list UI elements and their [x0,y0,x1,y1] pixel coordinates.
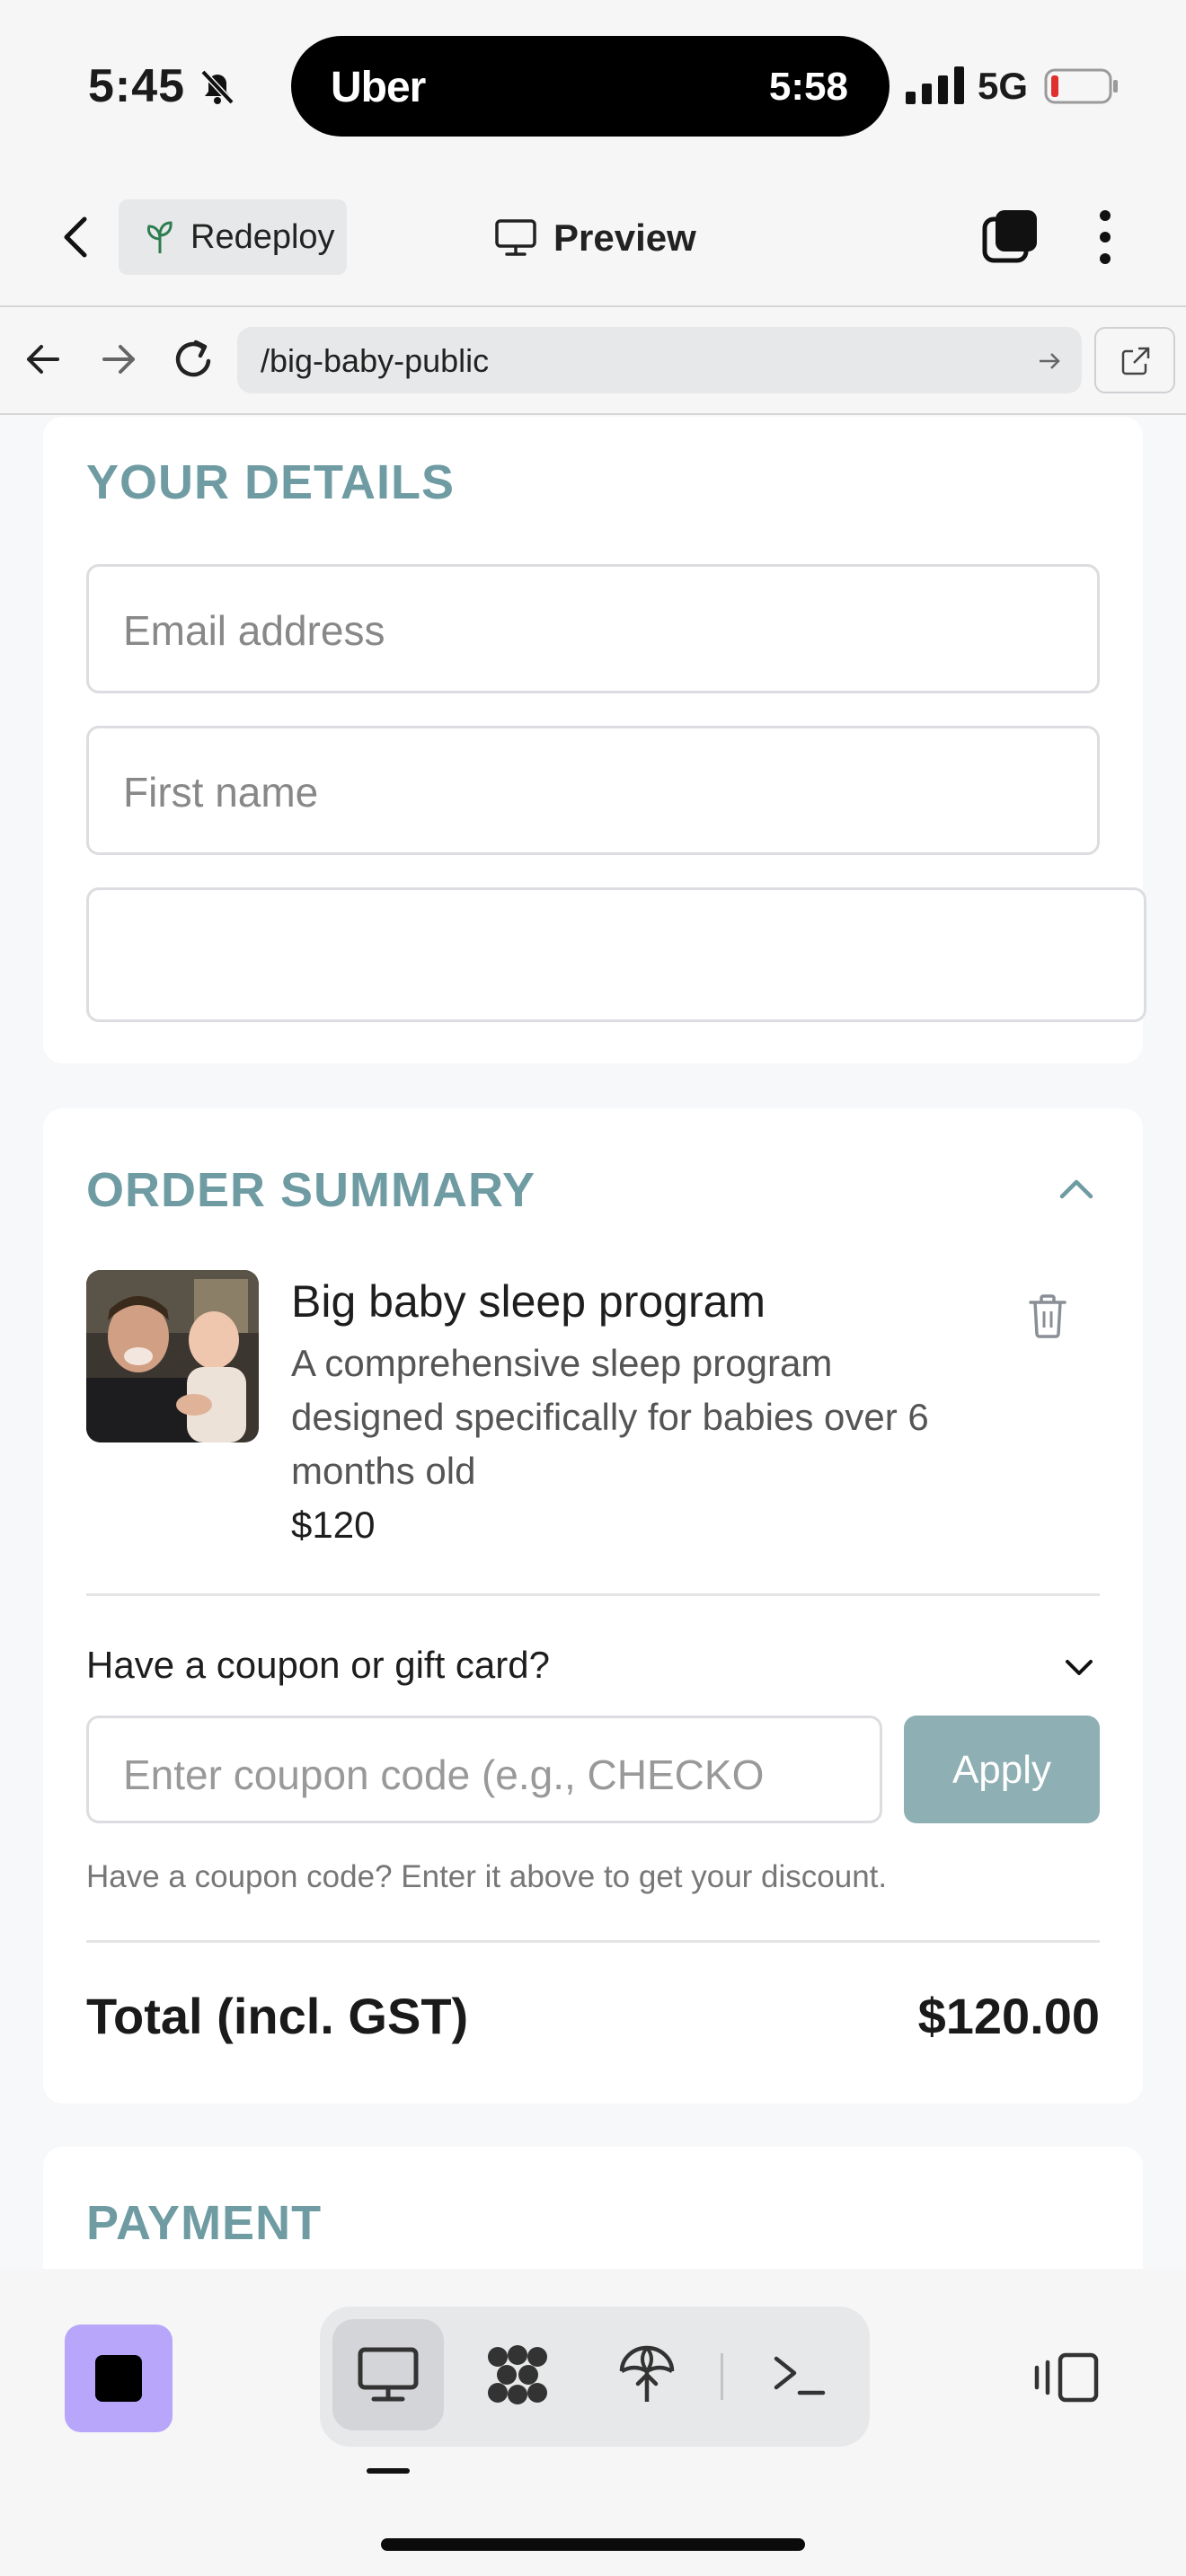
panel-icon[interactable] [1033,2351,1100,2404]
status-bar: 5:45 Uber 5:58 5G [0,0,1186,171]
email-placeholder: Email address [123,607,385,654]
bell-slash-icon [200,69,235,105]
url-field[interactable]: /big-baby-public [237,327,1082,393]
stop-button[interactable] [65,2325,173,2432]
total-value: $120.00 [917,1988,1100,2044]
signal-icon [906,66,964,104]
divider [86,1593,1100,1596]
preview-title[interactable]: Preview [494,207,696,269]
product-thumbnail [86,1270,259,1442]
browser-url-row: /big-baby-public [0,307,1186,415]
arrow-right-icon[interactable] [93,334,144,384]
bottom-dock [0,2269,1186,2576]
network-type: 5G [978,65,1029,107]
preview-view-button[interactable] [332,2319,444,2430]
chevron-down-icon[interactable] [1064,1658,1094,1678]
parachute-icon [619,2345,675,2402]
monitor-icon [495,219,536,256]
tabs-icon[interactable] [981,208,1039,266]
coupon-input[interactable]: Enter coupon code (e.g., CHECKO [86,1716,882,1823]
terminal-icon [774,2356,826,2395]
divider [86,1940,1100,1943]
url-text: /big-baby-public [261,342,490,379]
stop-icon [95,2355,142,2402]
order-summary-title: ORDER SUMMARY [86,1163,536,1217]
app-toolbar: Redeploy Preview [0,171,1186,307]
dynamic-island[interactable]: Uber 5:58 [291,36,890,137]
sprout-icon [147,221,173,253]
details-card: YOUR DETAILS Email address First name [43,417,1146,1063]
home-indicator[interactable] [381,2538,805,2551]
arrow-left-icon[interactable] [18,334,68,384]
active-tab-indicator [367,2468,410,2474]
chevron-up-icon[interactable] [1057,1175,1096,1202]
redeploy-label: Redeploy [190,217,335,256]
go-arrow-icon[interactable] [1035,347,1064,375]
extra-field[interactable] [86,887,1146,1022]
more-vertical-icon[interactable] [1087,208,1123,266]
total-label: Total (incl. GST) [86,1988,469,2044]
monitor-icon [358,2347,419,2402]
dots-pattern-icon [488,2345,547,2404]
details-title: YOUR DETAILS [86,455,456,509]
payment-title: PAYMENT [86,2196,323,2250]
coupon-helper-text: Have a coupon code? Enter it above to ge… [86,1859,888,1894]
order-summary-card: ORDER SUMMARY Big baby sleep program A c… [43,1108,1143,2104]
apply-button[interactable]: Apply [904,1716,1100,1823]
preview-label: Preview [553,216,696,259]
open-external-button[interactable] [1094,327,1175,393]
product-name: Big baby sleep program [291,1276,766,1327]
first-name-field[interactable]: First name [86,726,1100,855]
product-price: $120 [291,1504,376,1546]
redeploy-button[interactable]: Redeploy [119,199,347,275]
reload-icon[interactable] [169,334,219,384]
terminal-view-button[interactable] [744,2319,855,2430]
trash-icon[interactable] [1028,1293,1067,1338]
agent-view-button[interactable] [462,2319,573,2430]
product-description: A comprehensive sleep program designed s… [291,1342,929,1492]
status-time: 5:45 [88,60,186,112]
coupon-toggle-label[interactable]: Have a coupon or gift card? [86,1644,550,1687]
island-app-name: Uber [331,64,426,111]
island-time: 5:58 [768,65,848,109]
external-link-icon [1121,347,1150,375]
back-icon[interactable] [56,210,95,264]
email-field[interactable]: Email address [86,564,1100,693]
separator [721,2353,723,2400]
view-switcher [320,2307,870,2447]
deploy-view-button[interactable] [591,2319,703,2430]
coupon-placeholder: Enter coupon code (e.g., CHECKO [123,1751,765,1798]
first-name-placeholder: First name [123,769,319,816]
battery-icon [1044,68,1118,104]
